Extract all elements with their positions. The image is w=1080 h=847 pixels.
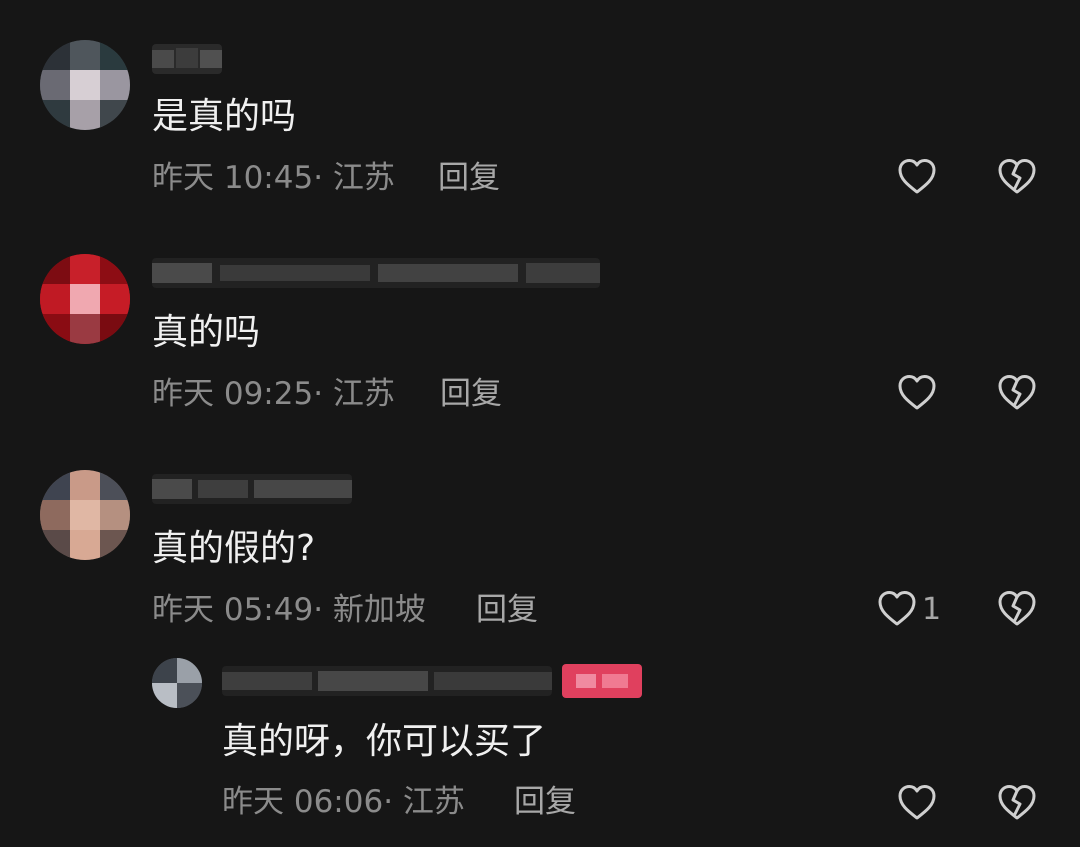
comment-meta: 昨天 05:49· 新加坡 [152, 592, 426, 628]
author-badge [562, 664, 642, 698]
broken-heart-icon[interactable] [996, 783, 1038, 823]
broken-heart-icon[interactable] [996, 157, 1038, 197]
username-blurred[interactable] [152, 44, 222, 74]
comment-meta: 昨天 10:45· 江苏 [152, 160, 395, 196]
username-blurred[interactable] [152, 258, 600, 288]
reply-button[interactable]: 回复 [440, 374, 502, 414]
reply-button[interactable]: 回复 [438, 158, 500, 198]
username-blurred[interactable] [222, 666, 552, 696]
heart-outline-icon[interactable] [876, 589, 918, 629]
username-blurred[interactable] [152, 474, 352, 504]
heart-outline-icon[interactable] [896, 373, 938, 413]
comment-list: 是真的吗 昨天 10:45· 江苏 回复 真的吗 昨天 09:25· 江苏 回复… [0, 0, 1080, 847]
reply-meta: 昨天 06:06· 江苏 [222, 784, 465, 820]
reply-button[interactable]: 回复 [514, 782, 576, 822]
like-count: 1 [922, 592, 942, 627]
heart-outline-icon[interactable] [896, 783, 938, 823]
broken-heart-icon[interactable] [996, 373, 1038, 413]
avatar[interactable] [152, 658, 202, 708]
comment-text: 真的吗 [152, 312, 261, 353]
reply-button[interactable]: 回复 [476, 590, 538, 630]
broken-heart-icon[interactable] [996, 589, 1038, 629]
avatar[interactable] [40, 470, 130, 560]
heart-outline-icon[interactable] [896, 157, 938, 197]
avatar[interactable] [40, 254, 130, 344]
avatar[interactable] [40, 40, 130, 130]
reply-text: 真的呀，你可以买了 [222, 721, 547, 762]
comment-meta: 昨天 09:25· 江苏 [152, 376, 395, 412]
comment-text: 真的假的? [152, 528, 316, 569]
comment-text: 是真的吗 [152, 96, 297, 137]
